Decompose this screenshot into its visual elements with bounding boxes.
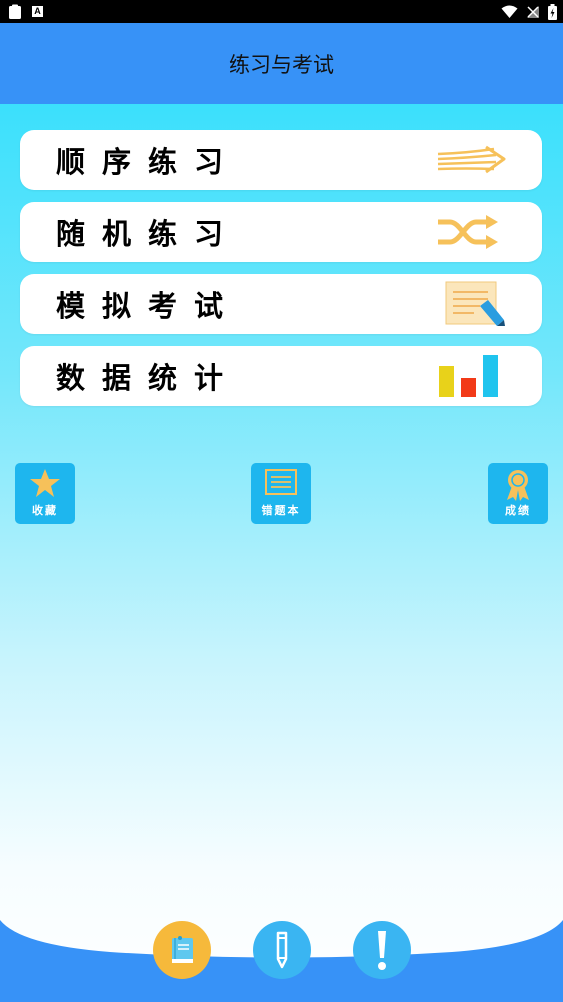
- bottom-nav-book-button[interactable]: [153, 921, 211, 979]
- status-notifications: A: [8, 3, 43, 20]
- status-bar: A: [0, 0, 563, 23]
- exclamation-icon: [353, 921, 411, 979]
- random-practice-label: 随机练习: [56, 217, 241, 251]
- signal-icon: [527, 5, 539, 18]
- app-header: 练习与考试: [0, 23, 563, 104]
- data-statistics-label: 数据统计: [56, 361, 241, 395]
- bottom-nav-pencil-button[interactable]: [253, 921, 311, 979]
- mock-exam-button[interactable]: 模拟考试: [20, 274, 542, 334]
- battery-icon: [548, 3, 557, 20]
- bar-stats-icon: [439, 355, 498, 397]
- a-icon: A: [32, 6, 43, 17]
- wrong-questions-label: 错题本: [261, 504, 301, 517]
- favorites-label: 收藏: [32, 504, 58, 517]
- scores-label: 成绩: [505, 504, 531, 517]
- random-practice-button[interactable]: 随机练习: [20, 202, 542, 262]
- shuffle-icon: [438, 215, 498, 249]
- page-title: 练习与考试: [229, 52, 334, 77]
- mock-exam-label: 模拟考试: [56, 289, 241, 323]
- award-icon: [507, 470, 529, 501]
- status-system: [501, 3, 557, 20]
- data-statistics-button[interactable]: 数据统计: [20, 346, 542, 406]
- bottom-nav-alert-button[interactable]: [353, 921, 411, 979]
- sequential-practice-label: 顺序练习: [56, 145, 241, 179]
- star-icon: [30, 469, 60, 497]
- favorites-button[interactable]: 收藏: [15, 463, 75, 524]
- wifi-icon: [501, 5, 518, 18]
- exam-paper-icon: [445, 281, 505, 326]
- wrong-questions-button[interactable]: 错题本: [251, 463, 311, 524]
- book-icon: [153, 921, 211, 979]
- sequential-practice-button[interactable]: 顺序练习: [20, 130, 542, 190]
- notebook-icon: [265, 469, 297, 495]
- content-area: 顺序练习 随机练习 模拟考试 数据统计 收藏 错题本 成绩: [0, 104, 563, 1002]
- pencil-icon: [253, 921, 311, 979]
- scores-button[interactable]: 成绩: [488, 463, 548, 524]
- clipboard-icon: [9, 4, 21, 19]
- arrows-icon: [437, 145, 506, 174]
